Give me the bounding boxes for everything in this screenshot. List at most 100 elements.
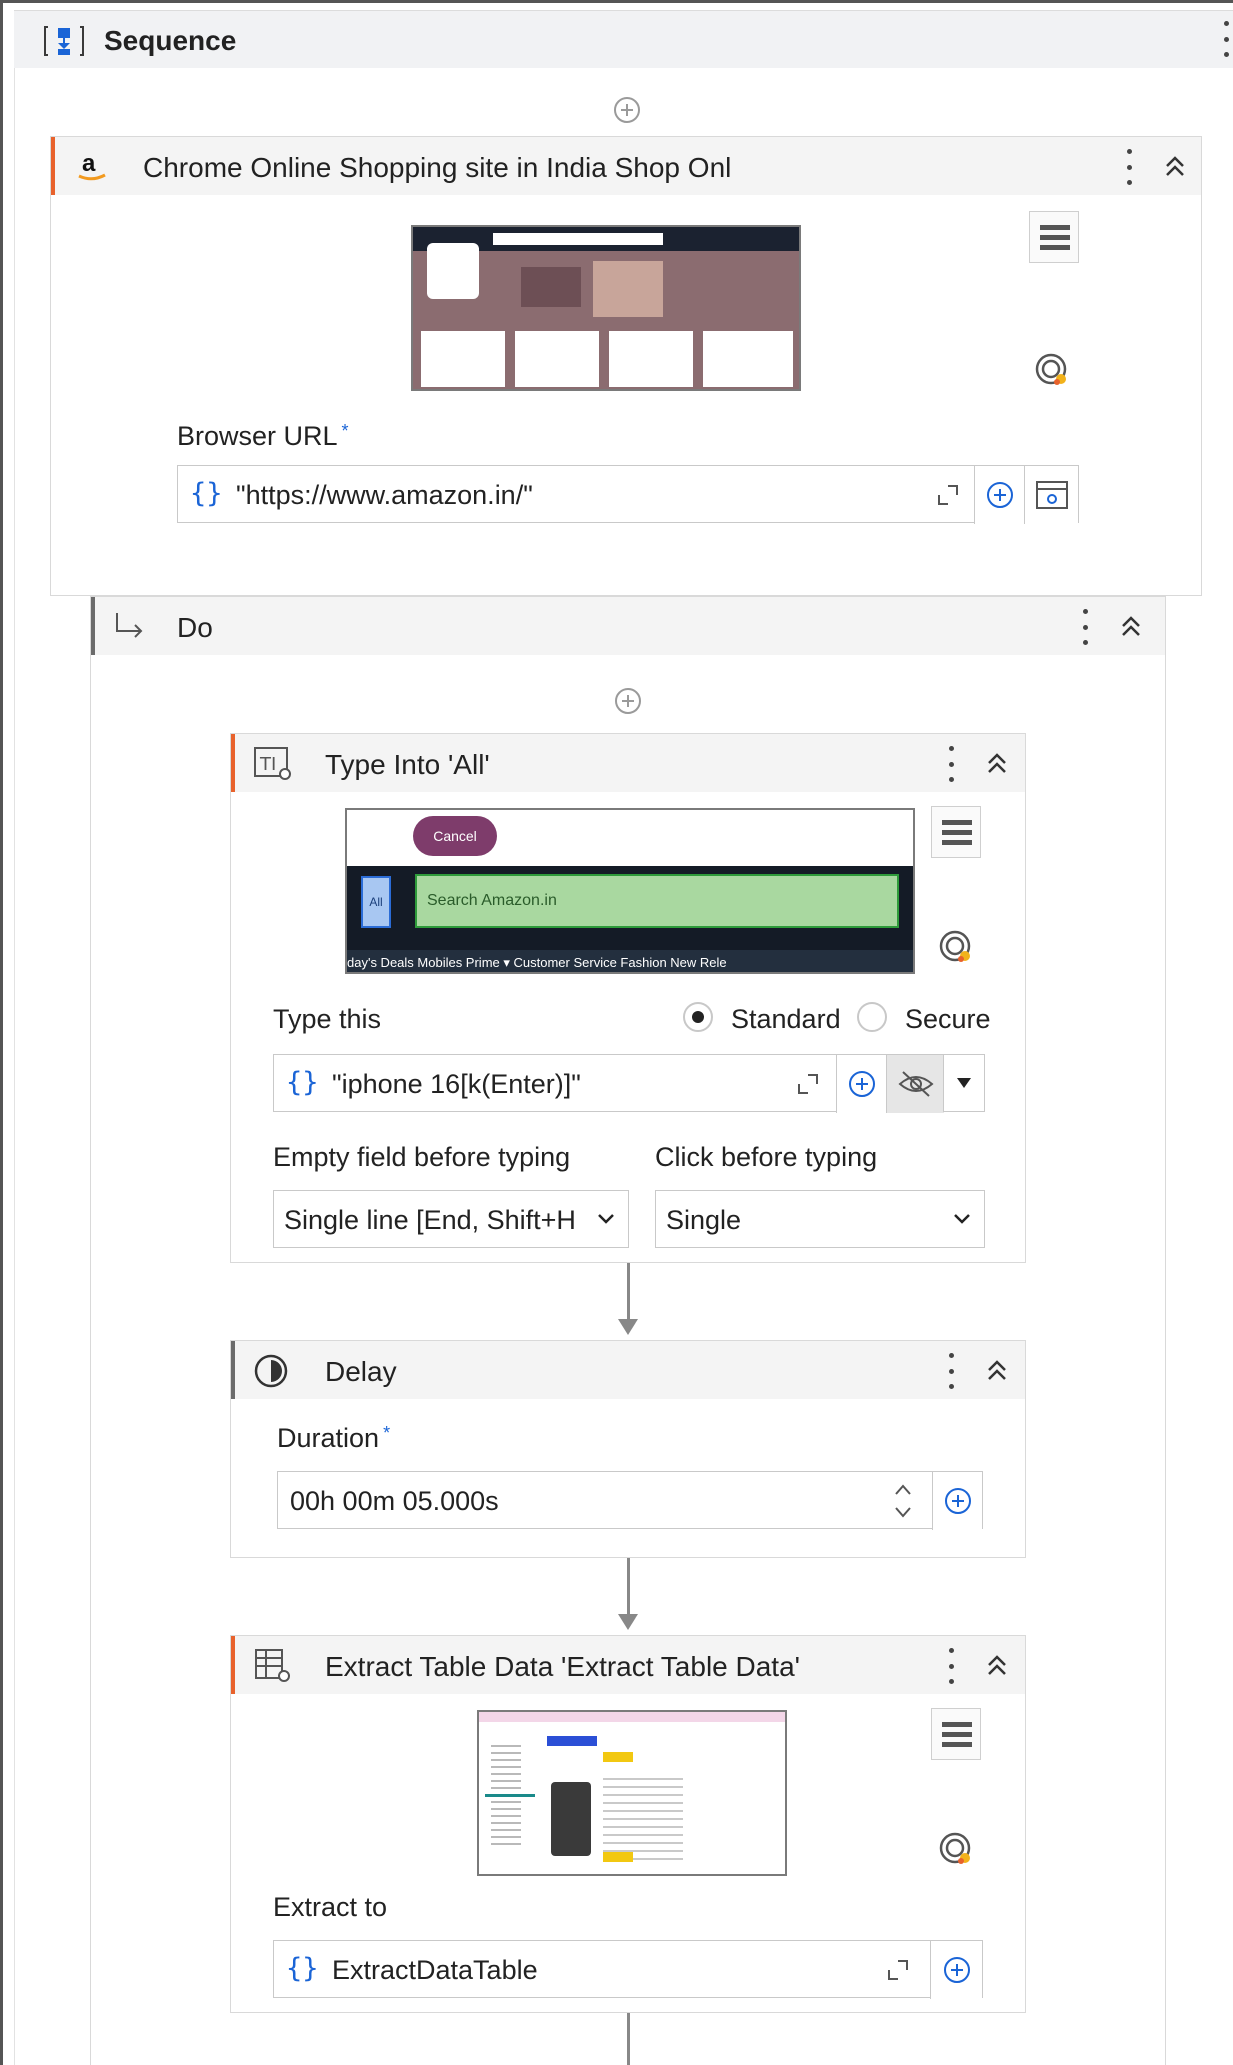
empty-field-select[interactable]: Single line [End, Shift+H [273,1190,629,1248]
click-before-select[interactable]: Single [655,1190,985,1248]
extract-collapse-chevron-icon[interactable] [981,1649,1013,1681]
extract-to-value: ExtractDataTable [332,1955,538,1985]
click-before-label: Click before typing [655,1142,878,1172]
flow-connector [627,2013,630,2065]
extract-plus-button[interactable] [930,1941,982,1999]
add-activity-do-icon[interactable] [614,687,642,715]
extract-more-icon[interactable] [945,1648,957,1684]
extract-screenshot-thumbnail[interactable] [477,1710,787,1876]
sequence-header[interactable]: Sequence [14,10,1233,68]
caret-down-icon [957,1078,971,1088]
delay-header[interactable]: Delay [231,1341,1025,1399]
secure-radio[interactable] [857,1002,887,1032]
extract-to-input[interactable]: {} ExtractDataTable [273,1940,983,1999]
plus-circle-icon [987,482,1013,508]
thumb-nav-strip: day's Deals Mobiles Prime ▾ Customer Ser… [347,950,913,972]
flow-arrow-icon [618,1319,638,1335]
type-into-more-icon[interactable] [945,746,957,782]
expand-editor-icon[interactable] [886,1958,910,1982]
type-into-card[interactable]: TI Type Into 'All' Cancel All Search Ama… [230,733,1026,1263]
browser-url-label: Browser URL * [177,421,349,451]
type-into-target-icon[interactable] [937,928,975,966]
delay-collapse-chevron-icon[interactable] [981,1354,1013,1386]
spinner-up-down-icon[interactable] [892,1480,914,1522]
url-plus-button[interactable] [974,466,1024,524]
add-activity-icon[interactable] [613,96,641,124]
expression-braces-icon: {} [190,478,223,509]
sequence-icon [44,26,84,56]
type-into-options-menu-button[interactable] [931,806,981,858]
duration-input[interactable]: 00h 00m 05.000s [277,1471,983,1530]
type-into-collapse-chevron-icon[interactable] [981,747,1013,779]
sequence-more-icon[interactable] [1220,21,1232,57]
type-this-plus-button[interactable] [836,1055,886,1113]
browser-activity-header[interactable]: a Chrome Online Shopping site in India S… [51,137,1201,195]
target-indicate-icon[interactable] [1033,351,1071,389]
thumb-phone-image [551,1782,591,1856]
amazon-logo-icon: a [78,150,106,181]
thumb-all-dropdown: All [361,876,391,928]
browser-window-icon [1036,481,1068,509]
extract-header[interactable]: Extract Table Data 'Extract Table Data' [231,1636,1025,1694]
empty-field-value: Single line [End, Shift+H [284,1205,576,1235]
eye-slash-icon [898,1071,934,1097]
thumb-top-strip [479,1712,785,1722]
thumb-search-box: Search Amazon.in [415,874,899,928]
extract-target-icon[interactable] [937,1830,975,1868]
delay-more-icon[interactable] [945,1353,957,1389]
expand-editor-icon[interactable] [936,483,960,507]
extract-to-label: Extract to [273,1892,388,1922]
collapse-chevron-icon[interactable] [1159,150,1191,182]
browser-pick-button[interactable] [1024,466,1078,524]
thumb-searchbar [493,233,663,245]
thumb-banner-image [593,261,663,317]
thumb-card-2 [515,331,599,387]
do-arrow-icon [116,613,143,638]
thumb-logo [427,243,479,299]
chevron-down-icon [954,1214,970,1224]
browser-more-icon[interactable] [1123,149,1135,185]
delay-accent [231,1341,235,1399]
thumb-slider [485,1794,535,1797]
extract-table-card[interactable]: Extract Table Data 'Extract Table Data' … [230,1635,1026,2013]
browser-activity-title: Chrome Online Shopping site in India Sho… [143,152,732,183]
type-this-value: "iphone 16[k(Enter)]" [332,1069,581,1099]
flow-arrow-icon [618,1614,638,1630]
delay-card[interactable]: Delay Duration * 00h 00m 05.000s [230,1340,1026,1558]
duration-value: 00h 00m 05.000s [290,1486,499,1516]
hide-text-toggle-button[interactable] [886,1055,944,1113]
type-into-screenshot-thumbnail[interactable]: Cancel All Search Amazon.in day's Deals … [345,808,915,974]
browser-url-input[interactable]: {} "https://www.amazon.in/" [177,465,1079,524]
thumb-card-1 [421,331,505,387]
type-into-title: Type Into 'All' [325,749,490,780]
delay-title: Delay [325,1356,397,1387]
do-collapse-chevron-icon[interactable] [1115,610,1147,642]
thumb-product-details [603,1772,683,1862]
standard-radio[interactable] [683,1002,713,1032]
duration-plus-button[interactable] [932,1472,982,1530]
do-accent [91,597,95,655]
thumb-card-4 [703,331,793,387]
browser-options-menu-button[interactable] [1029,211,1079,263]
browser-screenshot-thumbnail[interactable] [411,225,801,391]
thumb-card-3 [609,331,693,387]
type-into-header[interactable]: TI Type Into 'All' [231,734,1025,792]
expand-editor-icon[interactable] [796,1072,820,1096]
empty-field-label: Empty field before typing [273,1142,571,1172]
plus-circle-icon [945,1488,971,1514]
activity-accent [51,137,55,195]
flow-connector [627,1263,630,1321]
do-header[interactable]: Do [91,597,1165,655]
extract-accent [231,1636,235,1694]
click-before-value: Single [666,1205,742,1235]
type-this-dropdown-button[interactable] [943,1054,985,1112]
do-more-icon[interactable] [1079,609,1091,645]
thumb-buy-button [603,1852,633,1862]
browser-url-value: "https://www.amazon.in/" [236,480,533,510]
clock-icon [254,1354,288,1388]
flow-connector [627,1558,630,1616]
extract-title: Extract Table Data 'Extract Table Data' [325,1651,801,1682]
extract-options-menu-button[interactable] [931,1708,981,1760]
type-this-input[interactable]: {} "iphone 16[k(Enter)]" [273,1054,945,1113]
browser-activity-card[interactable]: a Chrome Online Shopping site in India S… [50,136,1202,596]
